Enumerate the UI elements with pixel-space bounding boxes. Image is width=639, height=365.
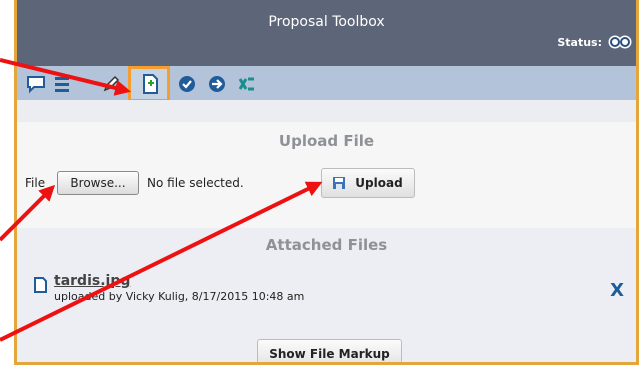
- comment-icon[interactable]: [26, 74, 46, 94]
- upload-button[interactable]: Upload: [321, 168, 415, 198]
- attached-file-meta: uploaded by Vicky Kulig, 8/17/2015 10:48…: [54, 290, 305, 303]
- add-document-icon[interactable]: [140, 74, 160, 94]
- edit-icon[interactable]: [101, 74, 121, 94]
- panel-header: Proposal Toolbox Status:: [17, 0, 636, 66]
- browse-button[interactable]: Browse...: [57, 171, 139, 195]
- no-file-text: No file selected.: [147, 176, 244, 190]
- status-toggle-icon[interactable]: [608, 33, 632, 51]
- save-disk-icon: [333, 177, 345, 189]
- file-icon: [34, 277, 47, 293]
- upload-button-label: Upload: [355, 176, 403, 190]
- toolbar-spacer: [17, 100, 636, 122]
- file-label: File: [25, 176, 46, 190]
- attached-file-link[interactable]: tardis.jpg: [54, 273, 130, 289]
- panel-title: Proposal Toolbox: [268, 14, 385, 30]
- list-icon[interactable]: [52, 74, 72, 94]
- delete-file-icon[interactable]: X: [610, 280, 624, 301]
- toolbar: [17, 66, 636, 102]
- arrow-right-icon[interactable]: [207, 74, 227, 94]
- upload-heading: Upload File: [278, 132, 375, 150]
- show-file-markup-button[interactable]: Show File Markup: [257, 339, 402, 362]
- proposal-toolbox-panel: Proposal Toolbox Status: Upload File Fil…: [14, 0, 639, 365]
- status-label: Status:: [557, 36, 602, 49]
- shuffle-icon[interactable]: [237, 74, 257, 94]
- attached-heading: Attached Files: [265, 236, 388, 254]
- check-icon[interactable]: [177, 74, 197, 94]
